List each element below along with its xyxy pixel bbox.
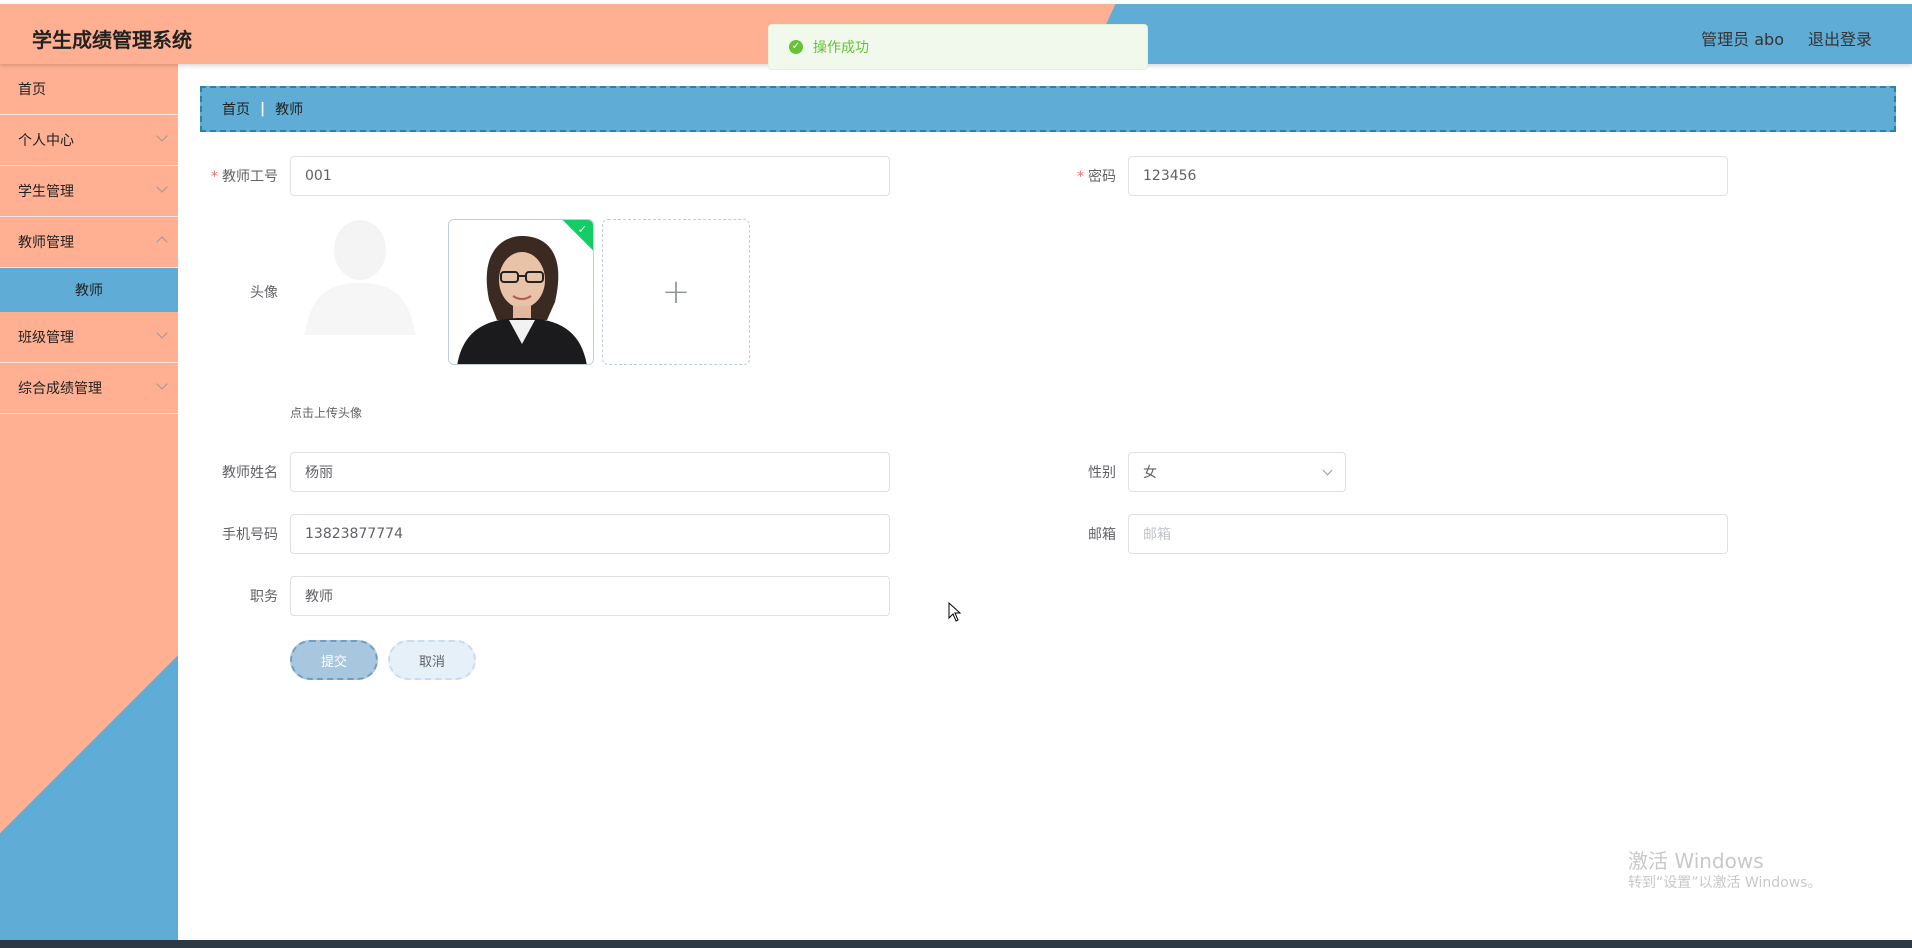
breadcrumb-home[interactable]: 首页 (222, 99, 250, 119)
admin-user-label: 管理员 abo (1701, 30, 1784, 49)
logout-link[interactable]: 退出登录 (1808, 26, 1872, 50)
sidebar-item-label: 教师管理 (18, 235, 74, 251)
teacher-portrait-image (449, 220, 593, 364)
sidebar-item-label: 首页 (18, 82, 46, 98)
teacher-id-label-text: 教师工号 (222, 169, 278, 185)
sidebar-item-label: 个人中心 (18, 133, 74, 149)
required-mark: * (1077, 169, 1084, 185)
teacher-id-label: * 教师工号 (188, 166, 278, 186)
gender-selected-value: 女 (1143, 465, 1157, 481)
chevron-down-icon (156, 130, 168, 142)
check-icon: ✓ (577, 223, 587, 236)
avatar-upload-hint: 点击上传头像 (290, 406, 363, 420)
submit-button[interactable]: 提交 (290, 640, 378, 680)
sidebar-item-grade-management[interactable]: 综合成绩管理 (0, 363, 178, 414)
sidebar: 首页 个人中心 学生管理 教师管理 教师 班级管理 综合成绩管理 (0, 64, 178, 940)
mouse-cursor-icon (948, 602, 962, 622)
chevron-down-icon (156, 378, 168, 390)
chevron-down-icon (1322, 465, 1333, 476)
sidebar-item-home[interactable]: 首页 (0, 64, 178, 115)
password-input[interactable]: 123456 (1128, 156, 1728, 196)
toast-message: 操作成功 (813, 40, 869, 56)
gender-label: 性别 (1088, 465, 1116, 481)
sidebar-item-student-management[interactable]: 学生管理 (0, 166, 178, 217)
avatar-upload-button[interactable]: + (602, 219, 750, 365)
required-mark: * (211, 169, 218, 185)
sidebar-item-personal-center[interactable]: 个人中心 (0, 115, 178, 166)
sidebar-item-label: 教师 (75, 283, 103, 299)
password-label-text: 密码 (1088, 169, 1116, 185)
plus-icon: + (661, 272, 691, 312)
activation-watermark-title: 激活 Windows (1628, 849, 1764, 873)
teacher-name-label: 教师姓名 (222, 465, 278, 481)
chevron-down-icon (156, 327, 168, 339)
sidebar-item-label: 学生管理 (18, 184, 74, 200)
app-title: 学生成绩管理系统 (32, 28, 192, 52)
sidebar-item-label: 综合成绩管理 (18, 381, 102, 397)
sidebar-item-label: 班级管理 (18, 330, 74, 346)
email-input[interactable]: 邮箱 (1128, 514, 1728, 554)
activation-watermark-subtitle: 转到“设置”以激活 Windows。 (1628, 875, 1822, 891)
avatar-label: 头像 (250, 285, 278, 301)
teacher-id-input[interactable]: 001 (290, 156, 890, 196)
breadcrumb: 首页 | 教师 (200, 86, 1896, 132)
taskbar (0, 940, 1912, 948)
success-toast: ✓ 操作成功 (768, 24, 1148, 70)
gender-select[interactable]: 女 (1128, 452, 1346, 492)
position-input[interactable]: 教师 (290, 576, 890, 616)
teacher-name-input[interactable]: 杨丽 (290, 452, 890, 492)
chevron-up-icon (156, 236, 168, 248)
sidebar-item-class-management[interactable]: 班级管理 (0, 312, 178, 363)
breadcrumb-separator: | (260, 101, 266, 117)
uploaded-avatar-thumbnail[interactable]: ✓ (448, 219, 594, 365)
success-check-icon: ✓ (789, 40, 803, 54)
position-label: 职务 (250, 589, 278, 605)
breadcrumb-current: 教师 (275, 102, 304, 118)
faded-avatar-image (305, 220, 415, 335)
sidebar-item-teacher-management[interactable]: 教师管理 (0, 217, 178, 268)
password-label: * 密码 (1026, 166, 1116, 186)
email-label: 邮箱 (1088, 527, 1116, 543)
chevron-down-icon (156, 181, 168, 193)
sidebar-subitem-teacher[interactable]: 教师 (0, 268, 178, 312)
phone-input[interactable]: 13823877774 (290, 514, 890, 554)
cancel-button[interactable]: 取消 (388, 640, 476, 680)
phone-label: 手机号码 (222, 527, 278, 543)
